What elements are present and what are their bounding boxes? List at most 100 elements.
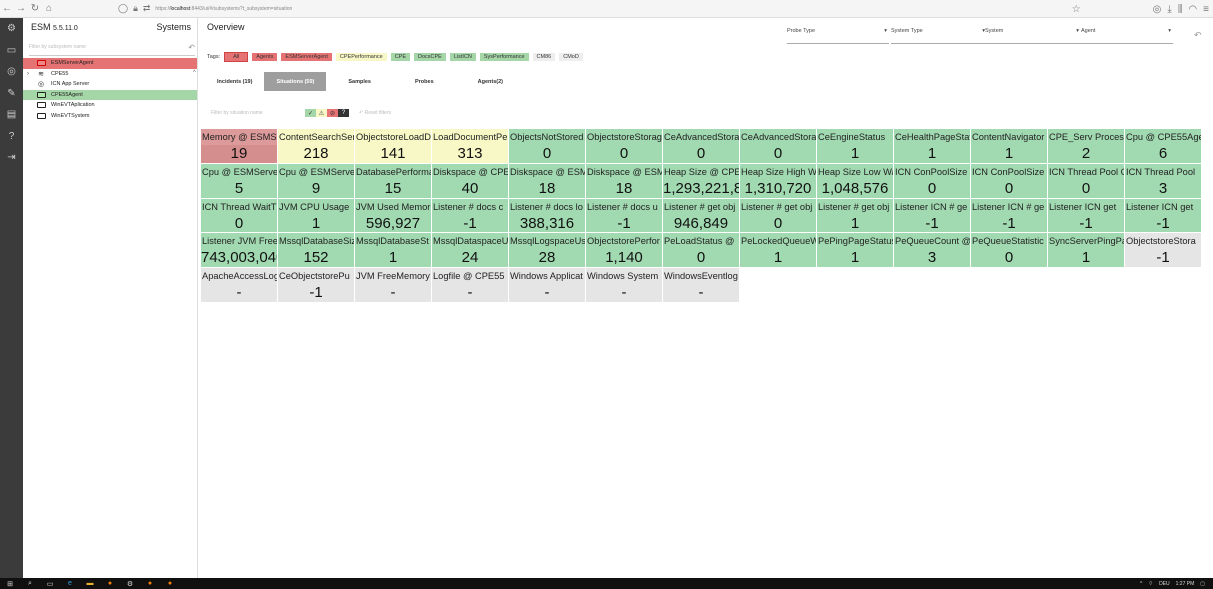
situation-cell[interactable]: ContentSearchSer 218 [278,129,355,164]
situation-cell[interactable]: PeQueueCount @ 3 [894,233,971,269]
tag-cmod[interactable]: CMoD [559,53,583,61]
situation-cell[interactable]: Listener ICN get -1 [1048,198,1125,234]
situation-cell[interactable]: JVM FreeMemory - [355,268,432,303]
home-icon[interactable]: ⌂ [42,3,56,14]
situation-cell[interactable]: Diskspace @ CPE5 40 [432,163,509,199]
situation-cell[interactable]: Listener # get obj 0 [740,198,817,234]
tree-item-cpe55agent[interactable]: CPE55Agent [23,89,197,100]
situation-cell[interactable]: DatabasePerforma 15 [355,163,432,199]
system-dropdown[interactable]: System ▾ [985,28,1081,44]
tab-probes[interactable]: Probes [393,72,456,91]
subsystem-filter-input[interactable]: Filter by subsystem name ↶ [29,39,195,56]
situation-cell[interactable]: Listener # docs c -1 [432,198,509,234]
tag-cm86[interactable]: CM86 [532,53,556,61]
situation-cell[interactable]: ApacheAccessLog - [201,268,278,303]
help-icon[interactable]: ? [0,126,23,148]
situation-cell[interactable]: PeLockedQueueW 1 [740,233,817,269]
chart-icon[interactable]: ▤ [0,104,23,126]
situation-cell[interactable]: ICN ConPoolSize Fr 0 [971,163,1048,199]
reload-icon[interactable]: ↻ [28,3,42,14]
situation-cell[interactable]: CPE_Serv Process 2 [1048,129,1125,164]
situation-cell[interactable]: SyncServerPingPa 1 [1048,233,1125,269]
situation-cell[interactable]: Heap Size Low Wat 1,048,576 [817,163,894,199]
tree-item-winevtaplication[interactable]: WinEVTAplication [23,100,197,111]
situation-cell[interactable]: ContentNavigator 1 [971,129,1048,164]
menu-icon[interactable]: ≡ [1203,4,1209,15]
situation-cell[interactable]: Listener ICN # ge -1 [894,198,971,234]
tag-sysperformance[interactable]: SysPerformance [479,53,529,61]
back-icon[interactable]: ← [0,3,14,14]
tag-esmserveragent[interactable]: ESMServerAgent [281,53,332,61]
situation-cell[interactable]: ObjectstoreStorag 0 [586,129,663,164]
situation-cell[interactable]: Windows Applicat - [509,268,586,303]
situation-cell[interactable]: Listener # docs u -1 [586,198,663,234]
reset-filters-button[interactable]: ↶ Reset filters [359,110,391,116]
situation-cell[interactable]: Cpu @ ESMServer 9 [278,163,355,199]
situation-cell[interactable]: Cpu @ CPE55Age 6 [1125,129,1202,164]
folder-icon[interactable]: ▬ [80,580,100,587]
address-bar[interactable]: ◯ 🔒︎ ⇄ https:// localhost :8443/ui/#/sub… [118,3,292,14]
situation-cell[interactable]: LoadDocumentPe 313 [432,129,509,164]
situation-cell[interactable]: JVM Used Memor 596,927 [355,198,432,234]
tray-chevron-icon[interactable]: ^ [1140,581,1142,587]
target-icon[interactable]: ◎ [0,61,23,83]
firefox-icon[interactable]: ● [100,580,120,587]
situation-cell[interactable]: MssqlDatabaseSiz 152 [278,233,355,269]
situation-cell[interactable]: ObjectstorePerfor 1,140 [586,233,663,269]
situation-cell[interactable]: MssqlLogspaceUs 28 [509,233,586,269]
situation-cell[interactable]: Cpu @ ESMServer 5 [201,163,278,199]
undo-icon[interactable]: ↶ [188,43,195,52]
download-icon[interactable]: ⤓ [1167,4,1171,15]
filter-unknown-icon[interactable]: ? [338,109,349,117]
network-icon[interactable]: ⌔ [1148,581,1153,587]
firefox-icon[interactable]: ● [160,580,180,587]
library-icon[interactable]: ⫼ [1178,4,1183,15]
tag-docscpe[interactable]: DocsCPE [414,53,446,61]
situation-cell[interactable]: Windows System - [586,268,663,303]
filter-ok-icon[interactable]: ✓ [305,109,316,117]
tag-cpe[interactable]: CPE [390,53,411,61]
situation-cell[interactable]: Listener # get obj 1 [817,198,894,234]
tab-agents[interactable]: Agents(2) [456,72,525,91]
situation-cell[interactable]: Listener ICN get -1 [1125,198,1202,234]
system-type-dropdown[interactable]: System Type ▾ [891,28,987,44]
tree-item-cpe55[interactable]: › ≋ CPE55 [23,69,197,80]
tree-item-icn-app-server[interactable]: ◎ ICN App Server [23,79,197,90]
situation-cell[interactable]: Diskspace @ ESMS 18 [586,163,663,199]
firefox-icon[interactable]: ● [140,580,160,587]
tag-cpeperformance[interactable]: CPEPerformance [335,53,387,61]
situation-cell[interactable]: WindowsEventlog - [663,268,740,303]
situation-cell[interactable]: CeObjectstorePu -1 [278,268,355,303]
situation-cell[interactable]: ICN Thread Pool C 0 [1048,163,1125,199]
pocket-icon[interactable]: ◎ [1153,4,1162,15]
situation-cell[interactable]: CeAdvancedStora 0 [663,129,740,164]
tab-situations[interactable]: Situations (59) [264,72,327,91]
situation-cell[interactable]: MssqlDataspaceU 24 [432,233,509,269]
scroll-up-icon[interactable]: ^ [193,70,197,76]
situation-cell[interactable]: Heap Size @ CPE55CP 1,293,221,888 [663,163,740,199]
situation-cell[interactable]: CeAdvancedStora 0 [740,129,817,164]
probe-type-dropdown[interactable]: Probe Type ▾ [787,28,889,44]
situation-cell[interactable]: JVM CPU Usage 1 [278,198,355,234]
situation-cell[interactable]: PePingPageStatus 1 [817,233,894,269]
tag-listicn[interactable]: ListICN [449,53,476,61]
agent-dropdown[interactable]: Agent ▾ [1081,28,1173,44]
situation-cell[interactable]: PeLoadStatus @ 0 [663,233,740,269]
tree-item-winevtsystem[interactable]: WinEVTSystem [23,111,197,122]
pen-icon[interactable]: ✎ [0,83,23,105]
forward-icon[interactable]: → [14,3,28,14]
situation-filter-input[interactable]: Filter by situation name [211,110,305,116]
settings-icon[interactable]: ⚙ [120,580,140,588]
bookmark-star-icon[interactable]: ☆ [1072,4,1081,15]
logout-icon[interactable]: ⇥ [0,147,23,169]
situation-cell[interactable]: CeHealthPageStat 1 [894,129,971,164]
tab-samples[interactable]: Samples [326,72,393,91]
situation-cell[interactable]: Listener # get obj 946,849 [663,198,740,234]
situation-cell[interactable]: Logfile @ CPE55 - [432,268,509,303]
situation-cell[interactable]: ICN Thread WaitT 0 [201,198,278,234]
tree-item-esmserveragent[interactable]: ESMServerAgent [23,58,197,69]
language-indicator[interactable]: DEU [1159,581,1170,587]
tab-incidents[interactable]: Incidents (19) [205,72,264,91]
undo-icon[interactable]: ↶ [1194,30,1202,41]
situation-cell[interactable]: Memory @ ESMS 19 [201,129,278,164]
